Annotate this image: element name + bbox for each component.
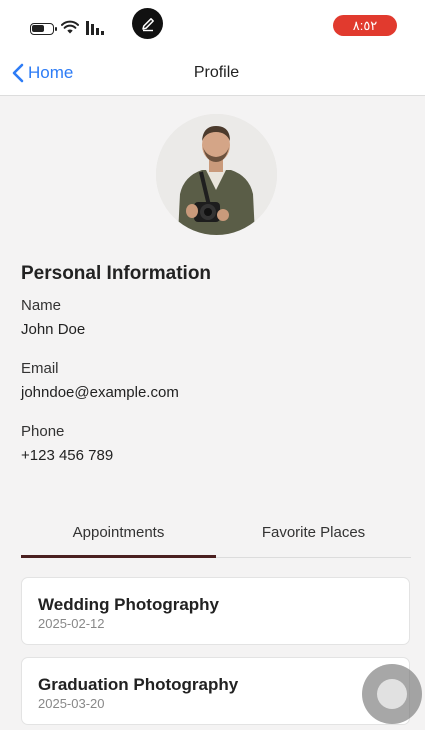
appointment-title: Wedding Photography (38, 595, 220, 614)
phone-value: +123 456 789 (21, 447, 114, 464)
phone-label: Phone (21, 423, 65, 440)
tab-selected-indicator (21, 555, 216, 558)
email-label: Email (21, 360, 59, 377)
status-time[interactable]: ٨:٥٢ (333, 15, 397, 36)
page-title: Profile (193, 64, 240, 81)
appointment-card[interactable]: Wedding Photography 2025-02-12 (21, 577, 410, 645)
section-title: Personal Information (21, 263, 212, 284)
appointment-date: 2025-02-12 (38, 616, 105, 631)
appointment-title: Graduation Photography (38, 675, 239, 694)
navigation-bar: Home Profile (0, 52, 425, 96)
battery-icon (30, 23, 57, 35)
profile-avatar (156, 114, 277, 235)
wifi-icon (61, 20, 79, 34)
email-value: johndoe@example.com (21, 384, 179, 401)
cellular-signal-icon (86, 21, 104, 35)
status-bar: ٨:٥٢ (0, 0, 425, 52)
tab-appointments[interactable]: Appointments (21, 524, 216, 541)
appointment-card[interactable]: Graduation Photography 2025-03-20 (21, 657, 410, 725)
edit-icon[interactable] (132, 8, 163, 39)
name-value: John Doe (21, 321, 86, 338)
appointment-date: 2025-03-20 (38, 696, 105, 711)
assistive-touch-button[interactable] (362, 664, 422, 724)
tab-favorite-places[interactable]: Favorite Places (216, 524, 411, 541)
name-label: Name (21, 297, 62, 314)
tab-bar: Appointments Favorite Places (21, 514, 411, 558)
